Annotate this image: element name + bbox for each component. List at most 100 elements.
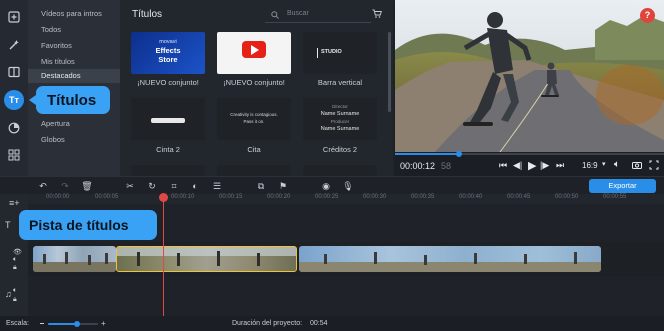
panel-scrollbar[interactable] [388, 32, 391, 112]
rotate-icon[interactable]: ↻ [146, 180, 158, 192]
audio-mute-icon[interactable]: 🔈︎ [13, 287, 17, 295]
timeline-ruler[interactable]: 00:00:00 00:00:05 00:00:10 00:00:15 00:0… [28, 194, 664, 204]
skip-end-icon[interactable]: ⏭ [556, 160, 564, 171]
current-time: 00:00:12 [400, 161, 436, 171]
cut-icon[interactable]: ✂ [124, 180, 136, 192]
title-thumbnail[interactable] [131, 98, 205, 140]
video-track[interactable] [28, 242, 664, 276]
snapshot-icon[interactable] [632, 161, 642, 169]
aspect-ratio-select[interactable]: 16:9 [582, 161, 598, 170]
title-thumbnail[interactable]: STUDIO [303, 32, 377, 74]
playhead-handle[interactable] [159, 193, 168, 202]
webcam-icon[interactable]: ◉ [320, 180, 332, 192]
category-item[interactable]: Globos [28, 133, 120, 147]
thumbnail-text: Creativity is contagious. [230, 112, 278, 117]
video-clip-selected[interactable] [116, 246, 297, 272]
step-forward-icon[interactable]: |▶ [540, 160, 549, 171]
track-mute-icon[interactable]: 🔈︎ [13, 256, 17, 264]
vertical-bar [317, 48, 318, 58]
clip-filmstrip [299, 252, 601, 272]
category-item[interactable]: Vídeos para intros [28, 7, 120, 21]
crop-icon[interactable]: ⌗ [168, 180, 180, 192]
overlay-icon[interactable]: ⧉ [255, 180, 267, 192]
export-button[interactable]: Exportar [589, 179, 656, 193]
sticker-icon[interactable] [6, 120, 22, 136]
title-thumbnail[interactable]: Director Name Surname Producer Name Surn… [303, 98, 377, 140]
aspect-dropdown-icon[interactable]: ▾ [602, 160, 606, 168]
thumbnail-text: STUDIO [321, 49, 342, 55]
preview-frame-image [395, 0, 664, 152]
clip-filmstrip [117, 247, 296, 266]
zoom-out-icon[interactable] [40, 323, 44, 324]
title-thumbnail[interactable] [217, 165, 291, 176]
cart-icon[interactable] [372, 9, 382, 18]
thumbnail-caption: ¡NUEVO conjunto! [223, 78, 285, 87]
audio-track[interactable] [28, 276, 664, 316]
audio-lock-icon[interactable]: 🔒︎ [13, 296, 17, 304]
thumbnail-caption: Cinta 2 [156, 145, 180, 154]
ruler-tick: 00:00:25 [315, 194, 339, 200]
thumbnail-text: Name Surname [320, 126, 360, 132]
category-item[interactable]: Todos [28, 23, 120, 37]
redo-icon[interactable]: ↷ [59, 180, 71, 192]
audio-track-icon: ♫ [5, 289, 12, 299]
thumbnail-text: Producer [330, 119, 350, 124]
timeline-toolbar: ↶ ↷ 🗑︎ ✂ ↻ ⌗ ◐ ☰ ⧉ ⚑ ◉ 🎙︎ Exportar [0, 176, 664, 195]
ruler-tick: 00:00:05 [95, 194, 119, 200]
tool-strip: Tт [0, 0, 28, 176]
microphone-icon[interactable]: 🎙︎ [342, 180, 354, 192]
step-back-icon[interactable]: ◀| [513, 160, 522, 171]
track-lock-icon[interactable]: 🔒︎ [13, 264, 17, 272]
playhead[interactable] [163, 195, 164, 316]
thumbnail-text: Director [332, 104, 348, 109]
category-item-selected[interactable]: Destacados [28, 69, 120, 83]
video-preview[interactable]: ? [395, 0, 664, 152]
title-track-callout: Pista de títulos [19, 210, 157, 240]
ruler-tick: 00:00:15 [219, 194, 243, 200]
zoom-slider-fill [48, 323, 76, 325]
titles-icon[interactable]: Tт [4, 90, 24, 110]
add-track-icon[interactable]: ≡+ [9, 198, 20, 208]
title-thumbnail[interactable] [131, 165, 205, 176]
title-thumbnail[interactable] [217, 32, 291, 74]
video-clip[interactable] [299, 246, 601, 272]
category-item[interactable]: Mis títulos [28, 55, 120, 69]
project-duration-value: 00:54 [310, 320, 328, 327]
video-clip[interactable] [33, 246, 116, 272]
transition-icon[interactable] [6, 64, 22, 80]
ribbon-shape [151, 118, 185, 123]
magic-wand-icon[interactable] [6, 37, 22, 53]
import-media-icon[interactable] [6, 9, 22, 25]
thumbnail-text: Store [158, 55, 178, 64]
volume-icon[interactable]: 🔈︎ [614, 159, 620, 170]
clip-properties-icon[interactable]: ☰ [211, 180, 223, 192]
titles-panel: Títulos Buscar movavi Effects Store ¡NUE… [120, 0, 393, 176]
title-track-icon: T [5, 220, 11, 230]
marker-flag-icon[interactable]: ⚑ [277, 180, 289, 192]
play-button[interactable]: ▶ [528, 159, 536, 172]
ruler-tick: 00:00:00 [46, 194, 70, 200]
category-item[interactable]: Apertura [28, 117, 120, 131]
title-thumbnail[interactable] [303, 165, 377, 176]
total-time: 58 [441, 161, 452, 171]
title-thumbnail[interactable]: Creativity is contagious. Pass it on. [217, 98, 291, 140]
player-seek-handle[interactable] [456, 151, 462, 157]
undo-icon[interactable]: ↶ [37, 180, 49, 192]
thumbnail-caption: Cita [247, 145, 261, 154]
fullscreen-icon[interactable] [649, 160, 659, 170]
visibility-icon[interactable]: 👁︎ [13, 248, 22, 256]
zoom-slider-handle[interactable] [74, 321, 80, 327]
thumbnail-caption: ¡NUEVO conjunto! [137, 78, 199, 87]
search-input[interactable]: Buscar [287, 10, 309, 17]
search-box[interactable]: Buscar [265, 8, 371, 23]
category-item[interactable]: Favoritos [28, 39, 120, 53]
help-icon[interactable]: ? [640, 8, 655, 23]
zoom-in-icon[interactable]: + [101, 319, 106, 328]
skip-start-icon[interactable]: ⏮ [499, 160, 507, 171]
ruler-tick: 00:00:20 [267, 194, 291, 200]
color-adjust-icon[interactable]: ◐ [189, 180, 201, 192]
delete-icon[interactable]: 🗑︎ [81, 180, 93, 192]
status-bar: Escala: + Duración del proyecto: 00:54 [0, 316, 664, 331]
more-tools-icon[interactable] [6, 147, 22, 163]
title-thumbnail[interactable]: movavi Effects Store [131, 32, 205, 74]
